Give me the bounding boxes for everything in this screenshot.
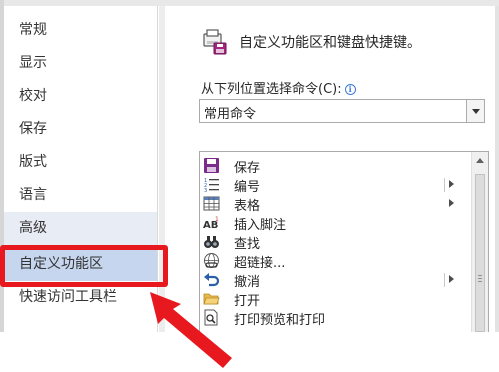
nav-item-advanced[interactable]: 高级 — [4, 212, 157, 245]
highlight-annotation — [0, 245, 168, 287]
nav-item-general[interactable]: 常规 — [4, 14, 157, 47]
table-icon — [203, 196, 220, 211]
separator — [444, 273, 445, 287]
list-item-label: 打印预览和打印 — [234, 313, 326, 328]
list-item[interactable]: 撤消 — [200, 270, 472, 290]
commands-source-select[interactable]: 常用命令 — [199, 99, 485, 123]
scrollbar-thumb[interactable] — [475, 174, 485, 332]
separator — [444, 178, 445, 192]
list-item-label: 插入脚注 — [234, 218, 287, 233]
open-folder-icon — [203, 293, 220, 305]
list-item-label: 编号 — [234, 180, 261, 195]
choose-commands-label: 从下列位置选择命令(C): i — [201, 78, 356, 97]
svg-text:3: 3 — [204, 188, 207, 193]
customize-ribbon-icon — [203, 29, 227, 55]
select-value: 常用命令 — [204, 107, 257, 122]
commands-scrollbar[interactable] — [471, 152, 488, 332]
nav-item-proofing[interactable]: 校对 — [4, 80, 157, 113]
submenu-arrow-icon — [449, 275, 454, 283]
list-item-label: 查找 — [234, 237, 261, 252]
list-item[interactable]: 保存 — [200, 156, 472, 176]
find-icon — [204, 236, 219, 248]
nav-item-partial[interactable] — [4, 314, 157, 332]
scroll-up-icon[interactable] — [476, 158, 484, 163]
list-item[interactable]: 打开 — [200, 289, 472, 309]
grip-line — [478, 278, 482, 279]
grip-line — [478, 281, 482, 282]
info-icon[interactable]: i — [344, 84, 356, 95]
nav-item-layout[interactable]: 版式 — [4, 146, 157, 179]
panel-title: 自定义功能区和键盘快捷键。 — [239, 35, 421, 51]
list-item-label: 保存 — [234, 161, 261, 176]
blank-area — [0, 332, 499, 372]
hyperlink-icon — [204, 253, 219, 268]
submenu-arrow-icon — [449, 199, 454, 207]
undo-icon — [204, 273, 220, 287]
svg-text:1: 1 — [215, 216, 219, 223]
window-right-edge — [495, 6, 499, 332]
submenu-arrow-icon — [449, 180, 454, 188]
list-item[interactable]: 1 2 3 编号 — [200, 175, 472, 195]
save-icon — [204, 158, 219, 173]
choose-commands-text: 从下列位置选择命令(C): — [201, 82, 342, 97]
customize-ribbon-panel: 自定义功能区和键盘快捷键。 从下列位置选择命令(C): i 常用命令 保存 1 2… — [165, 6, 495, 332]
footnote-icon: AB 1 — [203, 216, 219, 231]
print-preview-icon — [204, 309, 218, 326]
nav-item-language[interactable]: 语言 — [4, 179, 157, 212]
list-item-label: 打开 — [234, 294, 261, 309]
list-item[interactable]: AB 1 插入脚注 — [200, 213, 472, 233]
dropdown-arrow-icon[interactable] — [466, 100, 484, 122]
nav-item-display[interactable]: 显示 — [4, 47, 157, 80]
commands-list[interactable]: 保存 1 2 3 编号 表格 AB 1 插入脚注 查找 超链接... 撤消 打开… — [199, 151, 489, 332]
list-item[interactable]: 超链接... — [200, 251, 472, 271]
list-item[interactable]: 打印预览和打印 — [200, 308, 472, 328]
list-item[interactable]: 查找 — [200, 232, 472, 252]
list-item-label: 撤消 — [234, 275, 261, 290]
list-item[interactable]: 表格 — [200, 194, 472, 214]
grip-line — [478, 275, 482, 276]
list-item-label: 超链接... — [234, 256, 286, 271]
list-item-label: 表格 — [234, 199, 261, 214]
nav-item-save[interactable]: 保存 — [4, 113, 157, 146]
numbering-icon: 1 2 3 — [204, 178, 219, 193]
